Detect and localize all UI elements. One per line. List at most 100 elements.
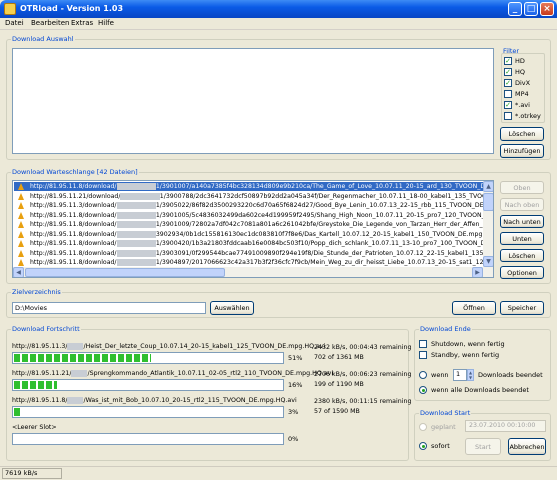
- queue-row-file: 1/3900420/1b3a21803fddcaab16e0084bc503f1…: [155, 240, 484, 247]
- queue-row[interactable]: http://81.95.11.3/download/ 1/3905022/86…: [14, 201, 484, 210]
- title-bar: OTRload - Version 1.03 _ □ ×: [0, 0, 557, 18]
- progress-bar: [12, 352, 284, 364]
- shutdown-checkbox[interactable]: [419, 340, 427, 348]
- menu-bar: Datei Bearbeiten Extras Hilfe: [0, 18, 557, 30]
- redacted-segment: [116, 230, 156, 238]
- oeffnen-button[interactable]: Öffnen: [452, 301, 496, 315]
- queue-row-host: http://81.95.11.8/download/: [30, 211, 117, 219]
- progress-size: 199 of 1190 MB: [314, 381, 364, 388]
- zielverzeichnis-label: Zielverzeichnis: [11, 288, 62, 296]
- wenn-alle-label: wenn alle Downloads beendet: [431, 386, 529, 394]
- filter-avi-checkbox[interactable]: ✓: [504, 101, 512, 109]
- menu-bearbeiten[interactable]: Bearbeiten: [31, 19, 69, 27]
- start-button[interactable]: Start: [465, 438, 501, 455]
- filter-mp4-checkbox[interactable]: [504, 90, 512, 98]
- queue-list[interactable]: http://81.95.11.8/download/ 1/3901007/a1…: [12, 180, 494, 278]
- wenn-alle-radio[interactable]: [419, 386, 427, 394]
- redacted-segment: [116, 202, 156, 209]
- queue-row[interactable]: http://81.95.11.8/download/ 3902934/0b1d…: [14, 230, 484, 239]
- queue-row-url: http://81.95.11.3/download/ 1/3905022/86…: [30, 201, 484, 210]
- queue-vscroll-thumb[interactable]: [483, 193, 493, 211]
- filter-divx-checkbox[interactable]: ✓: [504, 79, 512, 87]
- queue-row-host: http://81.95.11.8/download/: [30, 230, 117, 238]
- fortschritt-label: Download Fortschritt: [11, 325, 81, 333]
- scroll-up-arrow[interactable]: ▲: [483, 181, 493, 192]
- warning-icon: [18, 183, 24, 190]
- queue-row-host: http://81.95.11.3/download/: [30, 202, 117, 209]
- filter-hd-label: HD: [515, 57, 525, 65]
- queue-row-host: http://81.95.11.8/download/: [30, 240, 117, 247]
- queue-loeschen-button[interactable]: Löschen: [500, 249, 544, 262]
- scroll-left-arrow[interactable]: ◀: [13, 267, 24, 277]
- unten-button[interactable]: Unten: [500, 232, 544, 245]
- queue-row-file: 1/3903091/0f299544bcae77491009890f294e19…: [155, 249, 484, 257]
- window-title: OTRload - Version 1.03: [20, 4, 124, 13]
- standby-label: Standby, wenn fertig: [431, 351, 500, 359]
- progress-fill: [14, 408, 23, 416]
- scroll-right-arrow[interactable]: ▶: [472, 267, 483, 277]
- warning-icon: [18, 211, 24, 219]
- auswaehlen-button[interactable]: Auswählen: [210, 301, 254, 315]
- filter-hq-checkbox[interactable]: ✓: [504, 68, 512, 76]
- progress-url-host: <Leerer Slot>: [12, 424, 57, 431]
- scroll-down-arrow[interactable]: ▼: [483, 256, 493, 267]
- queue-row[interactable]: http://81.95.11.8/download/ 1/3903091/0f…: [14, 249, 484, 258]
- filter-hd-checkbox[interactable]: ✓: [504, 57, 512, 65]
- close-button[interactable]: ×: [540, 2, 554, 16]
- queue-vscrollbar[interactable]: ▲ ▼: [483, 181, 493, 277]
- oben-button[interactable]: Oben: [500, 181, 544, 194]
- queue-row[interactable]: http://81.95.11.8/download/ 1/3900420/1b…: [14, 239, 484, 248]
- queue-row[interactable]: http://81.95.11.21/download/ 1/3900788/2…: [14, 192, 484, 201]
- progress-size: 57 of 1590 MB: [314, 408, 360, 415]
- progress-url: <Leerer Slot>: [12, 424, 57, 431]
- download-auswahl-label: Download Auswahl: [11, 35, 75, 43]
- progress-bar: [12, 406, 284, 418]
- download-start-label: Download Start: [419, 409, 472, 417]
- progress-size: 702 of 1361 MB: [314, 354, 364, 361]
- status-speed: 7619 kB/s: [2, 468, 62, 479]
- menu-datei[interactable]: Datei: [5, 19, 24, 27]
- auswahl-loeschen-button[interactable]: Löschen: [500, 127, 544, 141]
- optionen-button[interactable]: Optionen: [500, 266, 544, 279]
- queue-hscrollbar[interactable]: ◀ ▶: [13, 267, 483, 277]
- speicher-button[interactable]: Speicher: [500, 301, 544, 315]
- app-icon: [4, 3, 16, 15]
- warning-icon: [18, 249, 24, 257]
- geplant-datetime-input[interactable]: 23.07.2010 00:10:00: [465, 420, 546, 432]
- download-auswahl-textarea[interactable]: [12, 48, 494, 154]
- queue-row[interactable]: http://81.95.11.8/download/ 1/3901005/5c…: [14, 211, 484, 220]
- queue-row-file: 1/3901005/5c4836032499da602ce4d199959f24…: [155, 211, 484, 219]
- progress-url-host: http://81.95.11.3/: [12, 343, 68, 350]
- redacted-segment: [116, 221, 156, 228]
- redacted-segment: [116, 259, 156, 266]
- maximize-button[interactable]: □: [524, 2, 538, 16]
- downloads-count-stepper[interactable]: ▲ ▼: [467, 369, 474, 381]
- progress-speed: 2432 kB/s, 00:04:43 remaining: [314, 344, 412, 351]
- filter-hq-label: HQ: [515, 68, 526, 76]
- wenn-radio[interactable]: [419, 371, 427, 379]
- standby-checkbox[interactable]: [419, 351, 427, 359]
- abbrechen-button[interactable]: Abbrechen: [508, 438, 546, 455]
- sofort-radio[interactable]: [419, 442, 427, 450]
- progress-url-file: /Sprengkommando_Atlantik_10.07.11_02-05_…: [87, 370, 334, 377]
- progress-percent: 16%: [288, 381, 303, 389]
- geplant-radio[interactable]: [419, 423, 427, 431]
- minimize-button[interactable]: _: [508, 2, 522, 16]
- warning-icon: [18, 221, 24, 228]
- nach-oben-button[interactable]: Nach oben: [500, 198, 544, 211]
- nach-unten-button[interactable]: Nach unten: [500, 215, 544, 228]
- menu-hilfe[interactable]: Hilfe: [98, 19, 114, 27]
- queue-row[interactable]: http://81.95.11.8/download/ 1/3901009/72…: [14, 220, 484, 229]
- filter-otrkey-checkbox[interactable]: [504, 112, 512, 120]
- menu-extras[interactable]: Extras: [71, 19, 93, 27]
- downloads-count-input[interactable]: 1: [453, 369, 467, 381]
- queue-row-url: http://81.95.11.8/download/ 3902934/0b1d…: [30, 230, 484, 239]
- filter-mp4-label: MP4: [515, 90, 529, 98]
- hinzufuegen-button[interactable]: Hinzufügen: [500, 144, 544, 158]
- queue-hscroll-thumb[interactable]: [25, 268, 225, 277]
- queue-row[interactable]: http://81.95.11.8/download/ 1/3904897/20…: [14, 258, 484, 267]
- queue-row-file: 1/3905022/86f82d3500293220c6d70a65f6824d…: [155, 202, 484, 209]
- queue-row[interactable]: http://81.95.11.8/download/ 1/3901007/a1…: [14, 182, 484, 191]
- zielverzeichnis-input[interactable]: D:\Movies: [12, 302, 206, 314]
- redacted-segment: [67, 343, 84, 350]
